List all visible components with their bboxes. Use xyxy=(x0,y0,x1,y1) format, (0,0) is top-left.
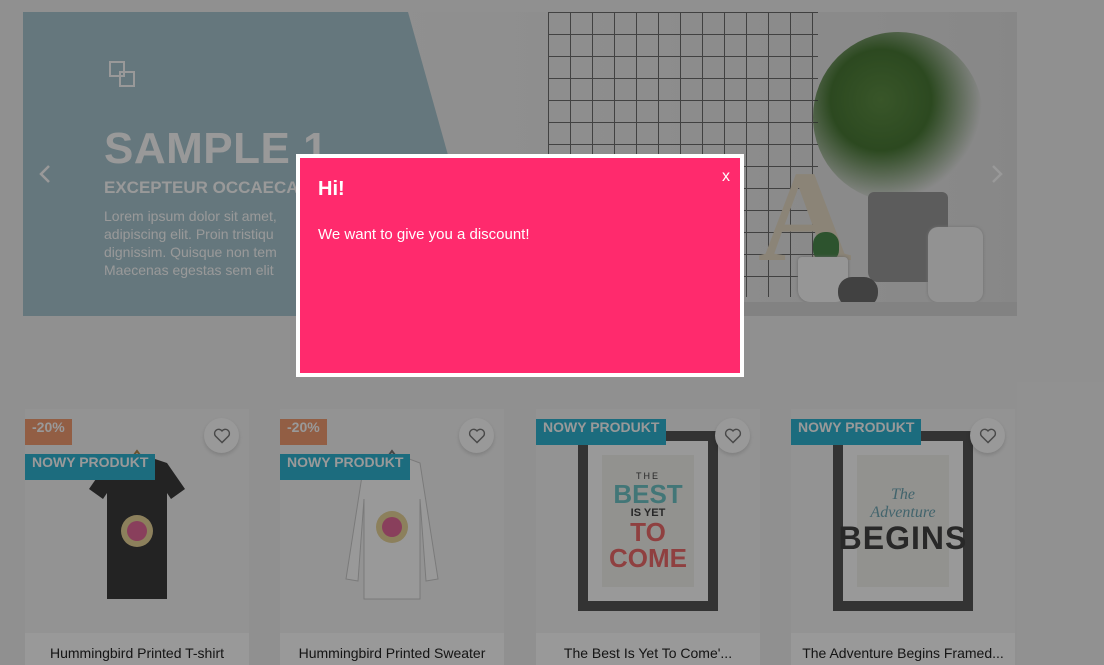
popup-message: We want to give you a discount! xyxy=(318,226,530,243)
close-button[interactable]: x xyxy=(722,168,730,186)
discount-popup: x Hi! We want to give you a discount! xyxy=(296,154,744,377)
popup-title: Hi! xyxy=(318,178,345,200)
